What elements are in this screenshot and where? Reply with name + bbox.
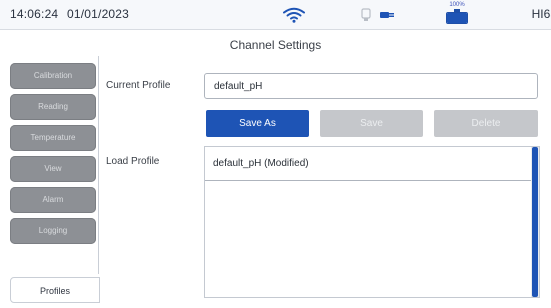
current-profile-field[interactable]: default_pH [204, 73, 538, 99]
tab-temperature[interactable]: Temperature [10, 125, 96, 151]
profile-list-scrollbar[interactable] [531, 147, 539, 297]
profile-list[interactable]: default_pH (Modified) [204, 146, 540, 298]
tab-calibration[interactable]: Calibration [10, 63, 96, 89]
save-button[interactable]: Save [320, 110, 423, 137]
delete-button[interactable]: Delete [434, 110, 538, 137]
load-profile-label: Load Profile [106, 156, 160, 167]
tab-alarm[interactable]: Alarm [10, 187, 96, 213]
wifi-icon [283, 7, 305, 23]
list-item[interactable]: default_pH (Modified) [205, 147, 531, 181]
battery-indicator: 100% [442, 2, 472, 28]
tab-reading[interactable]: Reading [10, 94, 96, 120]
status-time: 14:06:24 [10, 7, 59, 21]
list-item-label: default_pH (Modified) [213, 158, 309, 169]
tab-profiles[interactable]: Profiles [10, 277, 100, 303]
settings-sidebar: Calibration Reading Temperature View Ala… [0, 56, 100, 308]
current-profile-label: Current Profile [106, 80, 171, 91]
save-as-button[interactable]: Save As [206, 110, 309, 137]
battery-percent: 100% [449, 2, 465, 8]
battery-icon [446, 12, 468, 24]
scrollbar-thumb[interactable] [532, 147, 538, 297]
tab-logging[interactable]: Logging [10, 218, 96, 244]
battery-fill [447, 13, 467, 23]
sidebar-divider [98, 56, 99, 274]
plug-icon [380, 12, 394, 18]
usb-icon [361, 8, 371, 21]
status-date: 01/01/2023 [67, 7, 130, 21]
status-bar: 14:06:24 01/01/2023 100% HI63 [0, 0, 551, 30]
page-title: Channel Settings [229, 38, 322, 52]
instrument-id: HI63 [531, 7, 551, 21]
tab-view[interactable]: View [10, 156, 96, 182]
